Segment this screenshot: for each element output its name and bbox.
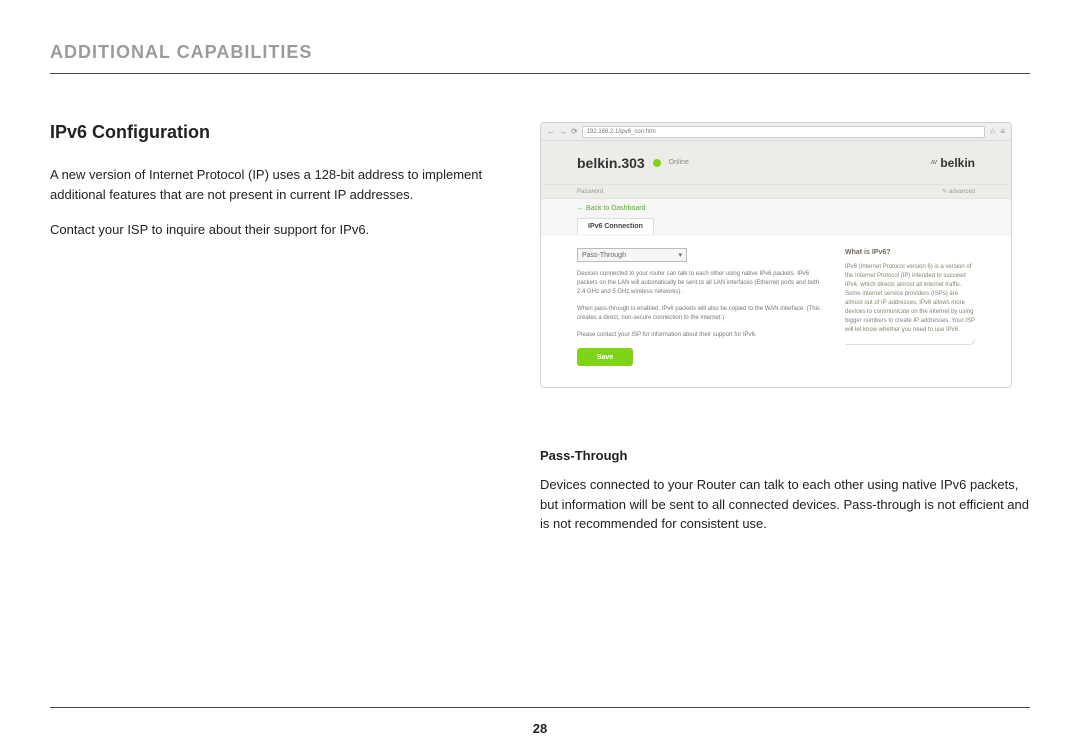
router-form: Pass-Through ▾ Devices connected to your… xyxy=(577,248,821,372)
page-number: 28 xyxy=(0,721,1080,736)
help-panel-decoration xyxy=(845,339,975,345)
router-name: belkin.303 xyxy=(577,155,645,171)
divider-top xyxy=(50,73,1030,74)
dropdown-value: Pass-Through xyxy=(582,252,626,259)
router-header: belkin.303 Online ∴∵ belkin xyxy=(541,141,1011,185)
divider-bottom xyxy=(50,707,1030,708)
chevron-down-icon: ▾ xyxy=(678,251,682,259)
save-button-label: Save xyxy=(597,354,613,361)
document-page: ADDITIONAL CAPABILITIES IPv6 Configurati… xyxy=(0,0,1080,756)
page-header: ADDITIONAL CAPABILITIES xyxy=(50,42,1030,63)
router-paragraph-1: Devices connected to your router can tal… xyxy=(577,270,821,297)
help-panel: What is IPv6? IPv6 (Internet Protocol ve… xyxy=(845,248,975,372)
section-title: IPv6 Configuration xyxy=(50,122,510,143)
status-dot-icon xyxy=(653,159,661,167)
router-nav: ← Back to Dashboard IPv6 Connection xyxy=(541,199,1011,236)
section-paragraph-2: Contact your ISP to inquire about their … xyxy=(50,220,510,240)
reload-icon: ⟳ xyxy=(571,127,578,136)
status-label: Online xyxy=(669,159,689,166)
router-paragraph-3: Please contact your ISP for information … xyxy=(577,331,821,340)
subsection-title: Pass-Through xyxy=(540,448,1030,463)
help-title: What is IPv6? xyxy=(845,248,975,259)
screenshot-router-admin: ← → ⟳ 192.168.2.1/ipv6_con.htm ☆ ≡ belki… xyxy=(540,122,1012,388)
help-body: IPv6 (Internet Protocol version 6) is a … xyxy=(845,264,975,333)
section-paragraph-1: A new version of Internet Protocol (IP) … xyxy=(50,165,510,204)
subsection-body: Devices connected to your Router can tal… xyxy=(540,475,1030,534)
password-label: Password xyxy=(577,189,603,195)
save-button[interactable]: Save xyxy=(577,348,633,366)
menu-icon: ≡ xyxy=(1000,127,1005,136)
brand-logo: ∴∵ belkin xyxy=(931,156,975,170)
advanced-link[interactable]: ✎ advanced xyxy=(942,188,975,195)
router-paragraph-2: When pass-through is enabled, IPv6 packe… xyxy=(577,305,821,323)
left-column: IPv6 Configuration A new version of Inte… xyxy=(50,122,510,550)
tab-ipv6-connection[interactable]: IPv6 Connection xyxy=(577,218,654,234)
brand-text: belkin xyxy=(940,156,975,170)
bookmark-icon: ☆ xyxy=(989,127,996,136)
router-subheader: Password ✎ advanced xyxy=(541,185,1011,199)
back-to-dashboard-link[interactable]: ← Back to Dashboard xyxy=(577,205,975,212)
forward-arrow-icon: → xyxy=(559,127,567,136)
content-columns: IPv6 Configuration A new version of Inte… xyxy=(50,122,1030,550)
url-field[interactable]: 192.168.2.1/ipv6_con.htm xyxy=(582,126,985,138)
right-column: ← → ⟳ 192.168.2.1/ipv6_con.htm ☆ ≡ belki… xyxy=(540,122,1030,550)
back-arrow-icon: ← xyxy=(547,127,555,136)
ipv6-mode-dropdown[interactable]: Pass-Through ▾ xyxy=(577,248,687,262)
url-text: 192.168.2.1/ipv6_con.htm xyxy=(587,129,656,135)
router-body: Pass-Through ▾ Devices connected to your… xyxy=(541,236,1011,386)
browser-toolbar: ← → ⟳ 192.168.2.1/ipv6_con.htm ☆ ≡ xyxy=(541,123,1011,141)
